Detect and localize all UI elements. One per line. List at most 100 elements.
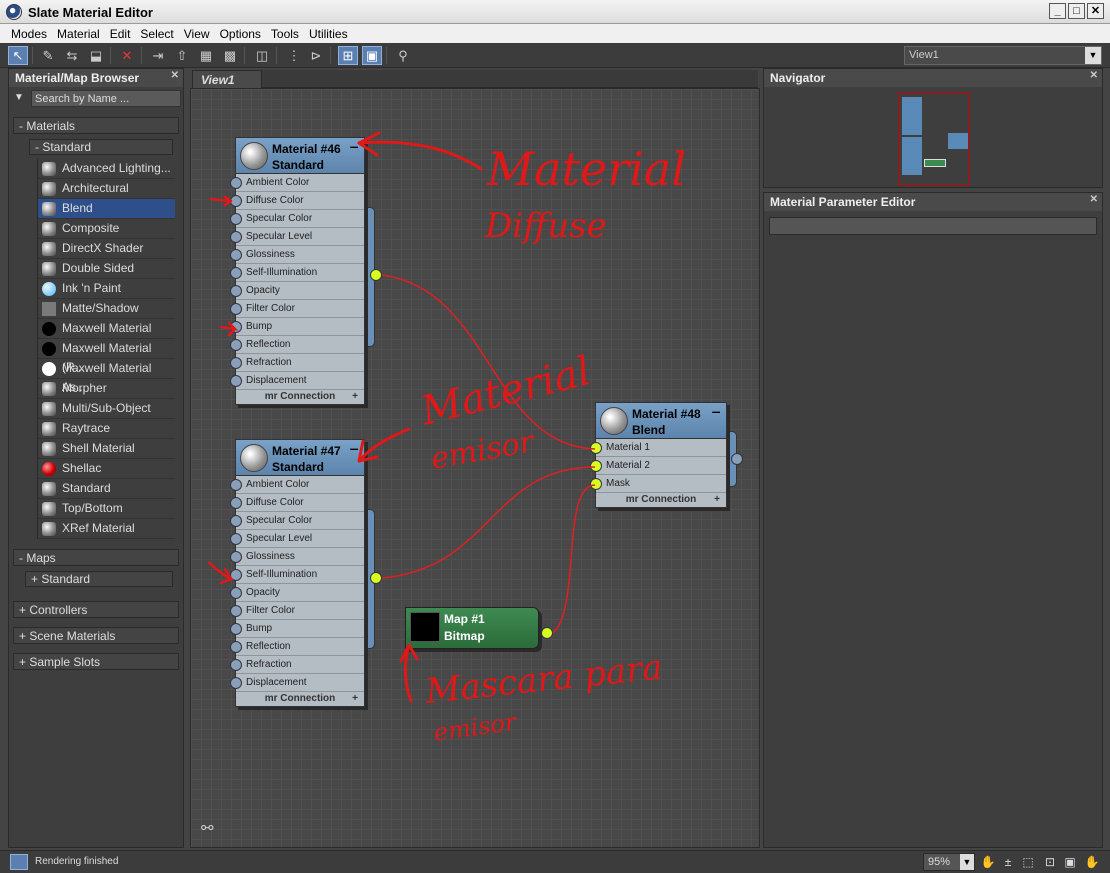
show-end-result-icon[interactable]: ◫	[252, 46, 272, 65]
material-item[interactable]: Advanced Lighting...	[38, 159, 175, 179]
navigator-view[interactable]	[764, 89, 1102, 187]
zoom-icon[interactable]: ±	[1000, 854, 1016, 870]
zoom-selector[interactable]: 95% ▼	[923, 853, 975, 871]
chevron-down-icon[interactable]: ▼	[960, 854, 974, 870]
zoom-extents-icon[interactable]: ⊡	[1042, 854, 1058, 870]
pan-hand-icon[interactable]: ✋	[980, 854, 996, 870]
node47-slot[interactable]: Diffuse Color	[230, 494, 364, 512]
node46-slot[interactable]: Bump	[230, 318, 364, 336]
input-port[interactable]	[230, 321, 242, 333]
material-item[interactable]: Ink 'n Paint	[38, 279, 175, 299]
pick-material-icon[interactable]: ✎	[38, 46, 58, 65]
node46-slot[interactable]: Reflection	[230, 336, 364, 354]
node-material-48[interactable]: Material #48 Blend ‒ Material 1 Material …	[590, 402, 727, 508]
group-maps[interactable]: - Maps	[13, 549, 179, 566]
parameter-editor-icon[interactable]: ▣	[362, 46, 382, 65]
input-port[interactable]	[230, 533, 242, 545]
collapse-icon[interactable]: ‒	[712, 403, 720, 419]
node47-slot[interactable]: Specular Level	[230, 530, 364, 548]
assign-to-selection-icon[interactable]: ⬓	[86, 46, 106, 65]
node46-slot[interactable]: Filter Color	[230, 300, 364, 318]
collapse-icon[interactable]: ‒	[350, 138, 358, 154]
input-port[interactable]	[590, 478, 602, 490]
node46-slot[interactable]: Opacity	[230, 282, 364, 300]
material-item[interactable]: Multi/Sub-Object	[38, 399, 175, 419]
input-port[interactable]	[230, 303, 242, 315]
input-port[interactable]	[230, 249, 242, 261]
show-map-icon[interactable]: ▦	[196, 46, 216, 65]
node47-slot[interactable]: Bump	[230, 620, 364, 638]
node47-slot[interactable]: Filter Color	[230, 602, 364, 620]
pan-to-selected-icon[interactable]: ✋	[1084, 854, 1100, 870]
close-icon[interactable]: ✕	[171, 70, 179, 81]
group-sample-slots[interactable]: + Sample Slots	[13, 653, 179, 670]
binoculars-icon[interactable]: ⚯	[201, 819, 214, 837]
node47-slot[interactable]: Self-Illumination	[230, 566, 364, 584]
input-port[interactable]	[230, 551, 242, 563]
material-item[interactable]: Maxwell Material (R...	[38, 339, 175, 374]
node-view[interactable]: Material #46 Standard ‒ Ambient Color Dif…	[190, 88, 760, 848]
material-item[interactable]: Shellac	[38, 459, 175, 479]
material-item[interactable]: Composite	[38, 219, 175, 239]
zoom-extents-selected-icon[interactable]: ▣	[1062, 854, 1078, 870]
layout-vertical-icon[interactable]: ⋮	[284, 46, 304, 65]
material-item[interactable]: Maxwell Material	[38, 319, 175, 339]
menu-utilities[interactable]: Utilities	[304, 27, 353, 41]
menu-view[interactable]: View	[179, 27, 215, 41]
subgroup-standard[interactable]: - Standard	[29, 139, 173, 155]
material-item[interactable]: Maxwell Material As...	[38, 359, 175, 394]
node47-slot[interactable]: Refraction	[230, 656, 364, 674]
move-children-icon[interactable]: ⇥	[148, 46, 168, 65]
input-port[interactable]	[230, 285, 242, 297]
node48-output-port[interactable]	[731, 453, 743, 465]
node48-slot[interactable]: Mask	[590, 475, 726, 493]
show-background-icon[interactable]: ▩	[220, 46, 240, 65]
input-port[interactable]	[230, 641, 242, 653]
node46-output-port[interactable]	[370, 269, 382, 281]
material-item[interactable]: Top/Bottom	[38, 499, 175, 519]
minimize-button[interactable]: _	[1049, 3, 1066, 19]
node48-slot[interactable]: Material 1	[590, 439, 726, 457]
input-port[interactable]	[590, 442, 602, 454]
material-item[interactable]: Blend	[38, 199, 175, 219]
input-port[interactable]	[230, 339, 242, 351]
node46-slot[interactable]: Glossiness	[230, 246, 364, 264]
menu-select[interactable]: Select	[135, 27, 178, 41]
input-port[interactable]	[230, 677, 242, 689]
input-port[interactable]	[230, 375, 242, 387]
param-name-field[interactable]	[769, 217, 1097, 235]
input-port[interactable]	[230, 177, 242, 189]
select-tool-icon[interactable]: ↖	[8, 46, 28, 65]
node46-slot[interactable]: Diffuse Color	[230, 192, 364, 210]
input-port[interactable]	[230, 659, 242, 671]
menu-material[interactable]: Material	[52, 27, 105, 41]
input-port[interactable]	[230, 497, 242, 509]
collapse-icon[interactable]: ‒	[350, 440, 358, 456]
put-to-scene-icon[interactable]: ⇆	[62, 46, 82, 65]
material-item[interactable]: XRef Material	[38, 519, 175, 539]
input-port[interactable]	[230, 515, 242, 527]
expand-icon[interactable]: +	[352, 692, 358, 705]
tab-view1[interactable]: View1	[192, 70, 262, 88]
find-icon[interactable]: ⚲	[393, 46, 413, 65]
input-port[interactable]	[230, 231, 242, 243]
node47-slot[interactable]: Specular Color	[230, 512, 364, 530]
select-children-icon[interactable]: ⇧	[172, 46, 192, 65]
material-item[interactable]: Double Sided	[38, 259, 175, 279]
material-item[interactable]: Architectural	[38, 179, 175, 199]
node47-slot[interactable]: Reflection	[230, 638, 364, 656]
input-port[interactable]	[230, 587, 242, 599]
node47-output-port[interactable]	[370, 572, 382, 584]
node48-slot[interactable]: Material 2	[590, 457, 726, 475]
input-port[interactable]	[230, 569, 242, 581]
input-port[interactable]	[230, 605, 242, 617]
node46-slot[interactable]: Specular Color	[230, 210, 364, 228]
material-item[interactable]: Standard	[38, 479, 175, 499]
group-controllers[interactable]: + Controllers	[13, 601, 179, 618]
close-icon[interactable]: ✕	[1090, 194, 1098, 205]
material-item[interactable]: Matte/Shadow	[38, 299, 175, 319]
input-port[interactable]	[230, 357, 242, 369]
expand-icon[interactable]: +	[714, 493, 720, 506]
map1-output-port[interactable]	[541, 627, 553, 639]
expand-icon[interactable]: +	[352, 390, 358, 403]
